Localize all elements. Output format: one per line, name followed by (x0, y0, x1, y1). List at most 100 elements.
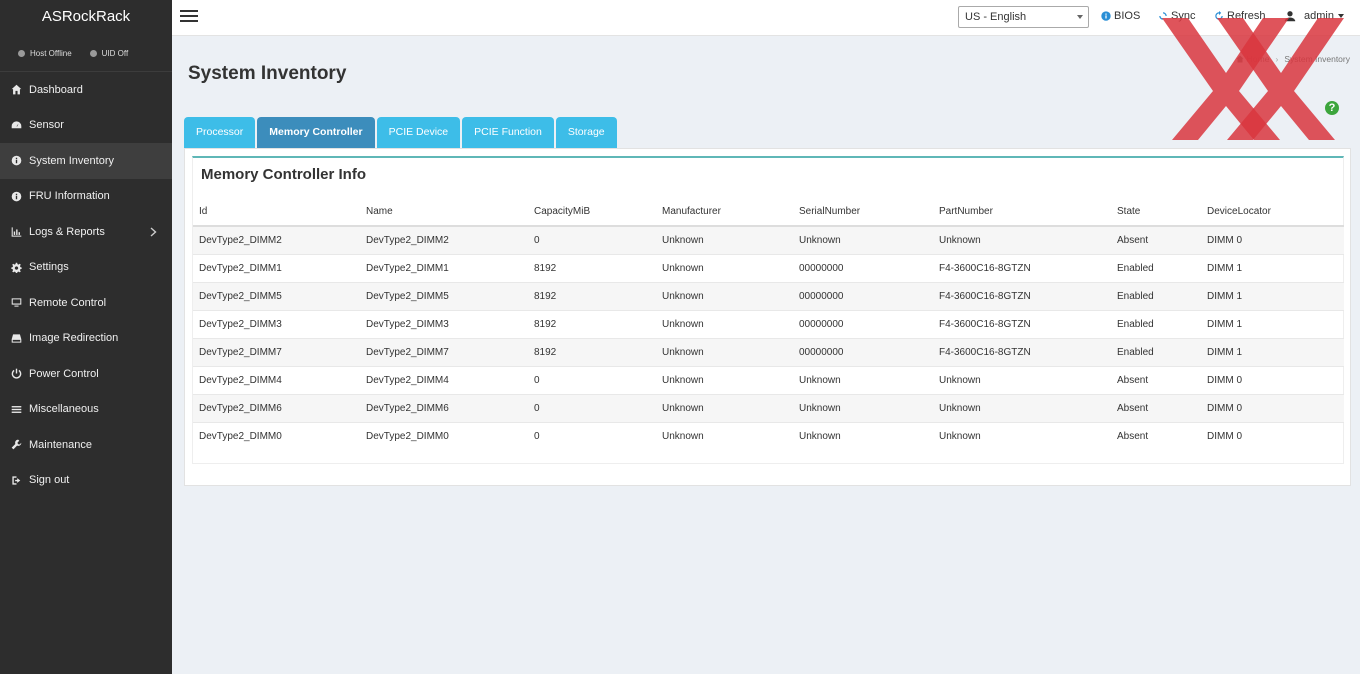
dashboard-icon (10, 84, 22, 96)
table-row[interactable]: DevType2_DIMM5 DevType2_DIMM5 8192 Unknown 0… (193, 281, 1344, 310)
cell-state: Enabled (1111, 281, 1201, 310)
cell-id: DevType2_DIMM1 (193, 253, 360, 282)
sidebar-item-label: FRU Information (29, 190, 110, 203)
cell-state: Absent (1111, 365, 1201, 394)
cell-manufacturer: Unknown (656, 393, 793, 422)
cell-capacity: 0 (528, 225, 656, 254)
sidebar-item-sensor[interactable]: Sensor (0, 108, 172, 144)
sidebar-item-maintenance[interactable]: Maintenance (0, 427, 172, 463)
cell-state: Enabled (1111, 309, 1201, 338)
list-icon (10, 403, 22, 415)
sync-link[interactable]: Sync (1158, 10, 1195, 22)
cell-capacity: 8192 (528, 281, 656, 310)
sidebar-item-system-inventory[interactable]: System Inventory (0, 143, 172, 179)
breadcrumb-home[interactable]: Home (1247, 54, 1270, 64)
cell-serial: Unknown (793, 393, 933, 422)
table-row[interactable]: DevType2_DIMM7 DevType2_DIMM7 8192 Unknown 0… (193, 337, 1344, 366)
wrench-icon (10, 439, 22, 451)
column-header-manufacturer[interactable]: Manufacturer (656, 198, 793, 227)
cell-locator: DIMM 1 (1201, 281, 1344, 310)
sidebar-item-label: Power Control (29, 367, 99, 380)
language-select[interactable]: US - English (958, 6, 1089, 28)
sidebar-item-settings[interactable]: Settings (0, 250, 172, 286)
column-header-name[interactable]: Name (360, 198, 528, 227)
column-header-id[interactable]: Id (193, 198, 360, 227)
monitor-icon (10, 297, 22, 309)
home-icon (1236, 55, 1244, 63)
cell-id: DevType2_DIMM2 (193, 225, 360, 254)
column-header-capacity[interactable]: CapacityMiB (528, 198, 656, 227)
status-indicators: Host Offline UID Off (0, 36, 172, 72)
host-status-label: Host Offline (30, 49, 72, 58)
sidebar-item-label: Maintenance (29, 438, 92, 451)
user-name: admin (1304, 10, 1334, 22)
table-row[interactable]: DevType2_DIMM6 DevType2_DIMM6 0 Unknown Unkn… (193, 393, 1344, 422)
cell-part: F4-3600C16-8GTZN (933, 253, 1111, 282)
cell-serial: 00000000 (793, 281, 933, 310)
help-icon[interactable]: ? (1325, 101, 1339, 115)
cell-manufacturer: Unknown (656, 281, 793, 310)
column-header-part[interactable]: PartNumber (933, 198, 1111, 227)
column-header-serial[interactable]: SerialNumber (793, 198, 933, 227)
table-row[interactable]: DevType2_DIMM2 DevType2_DIMM2 0 Unknown Unkn… (193, 225, 1344, 254)
table-row[interactable]: DevType2_DIMM4 DevType2_DIMM4 0 Unknown Unkn… (193, 365, 1344, 394)
table-body: DevType2_DIMM2 DevType2_DIMM2 0 Unknown Unkn… (193, 225, 1344, 450)
cell-id: DevType2_DIMM3 (193, 309, 360, 338)
uid-status-label: UID Off (101, 49, 129, 58)
page-title: System Inventory (188, 63, 347, 84)
sidebar-item-miscellaneous[interactable]: Miscellaneous (0, 392, 172, 428)
cell-state: Enabled (1111, 253, 1201, 282)
sidebar-item-image-redirection[interactable]: Image Redirection (0, 321, 172, 357)
tab-memory-controller[interactable]: Memory Controller (257, 117, 375, 148)
sidebar-item-logs-reports[interactable]: Logs & Reports (0, 214, 172, 250)
table-row[interactable]: DevType2_DIMM3 DevType2_DIMM3 8192 Unknown 0… (193, 309, 1344, 338)
table-row[interactable]: DevType2_DIMM1 DevType2_DIMM1 8192 Unknown 0… (193, 253, 1344, 282)
cell-locator: DIMM 1 (1201, 309, 1344, 338)
breadcrumb-current: System Inventory (1284, 54, 1350, 64)
user-menu[interactable]: admin (1284, 10, 1344, 22)
cell-name: DevType2_DIMM4 (360, 365, 528, 394)
info-icon (10, 190, 22, 202)
section-title: Memory Controller Info (201, 166, 367, 183)
host-status: Host Offline (18, 49, 72, 58)
cell-state: Absent (1111, 393, 1201, 422)
cell-capacity: 0 (528, 393, 656, 422)
cell-state: Absent (1111, 225, 1201, 254)
bios-label: BIOS (1114, 10, 1141, 22)
sidebar-item-label: System Inventory (29, 154, 114, 167)
hamburger-menu-icon[interactable] (180, 10, 198, 24)
tab-panel: Memory Controller Info Id Name CapacityM… (184, 148, 1351, 486)
sidebar-item-remote-control[interactable]: Remote Control (0, 285, 172, 321)
sidebar-item-dashboard[interactable]: Dashboard (0, 72, 172, 108)
refresh-link[interactable]: Refresh (1214, 10, 1266, 22)
sensor-icon (10, 119, 22, 131)
column-header-locator[interactable]: DeviceLocator (1201, 198, 1344, 227)
tab-pcie-device[interactable]: PCIE Device (376, 117, 461, 148)
brand-logo[interactable]: ASRockRack (0, 0, 172, 36)
sidebar-item-sign-out[interactable]: Sign out (0, 463, 172, 499)
cell-name: DevType2_DIMM3 (360, 309, 528, 338)
cell-serial: Unknown (793, 225, 933, 254)
memory-table: Id Name CapacityMiB Manufacturer SerialN… (193, 198, 1344, 450)
cell-manufacturer: Unknown (656, 421, 793, 450)
cell-part: F4-3600C16-8GTZN (933, 281, 1111, 310)
cell-capacity: 8192 (528, 337, 656, 366)
sidebar-item-fru-information[interactable]: FRU Information (0, 179, 172, 215)
sidebar-item-label: Sign out (29, 474, 70, 487)
table-header-row: Id Name CapacityMiB Manufacturer SerialN… (193, 198, 1344, 227)
host-status-dot-icon (18, 50, 25, 57)
sidebar-item-power-control[interactable]: Power Control (0, 356, 172, 392)
table-row[interactable]: DevType2_DIMM0 DevType2_DIMM0 0 Unknown Unkn… (193, 421, 1344, 450)
column-header-state[interactable]: State (1111, 198, 1201, 227)
cell-id: DevType2_DIMM5 (193, 281, 360, 310)
drive-icon (10, 332, 22, 344)
bios-link[interactable]: BIOS (1101, 10, 1140, 22)
tab-storage[interactable]: Storage (555, 117, 617, 148)
cell-capacity: 8192 (528, 309, 656, 338)
uid-status[interactable]: UID Off (89, 49, 129, 58)
language-select-value: US - English (965, 11, 1027, 23)
tab-pcie-function[interactable]: PCIE Function (462, 117, 554, 148)
tab-processor[interactable]: Processor (184, 117, 256, 148)
sidebar-item-label: Logs & Reports (29, 225, 105, 238)
cell-serial: 00000000 (793, 309, 933, 338)
